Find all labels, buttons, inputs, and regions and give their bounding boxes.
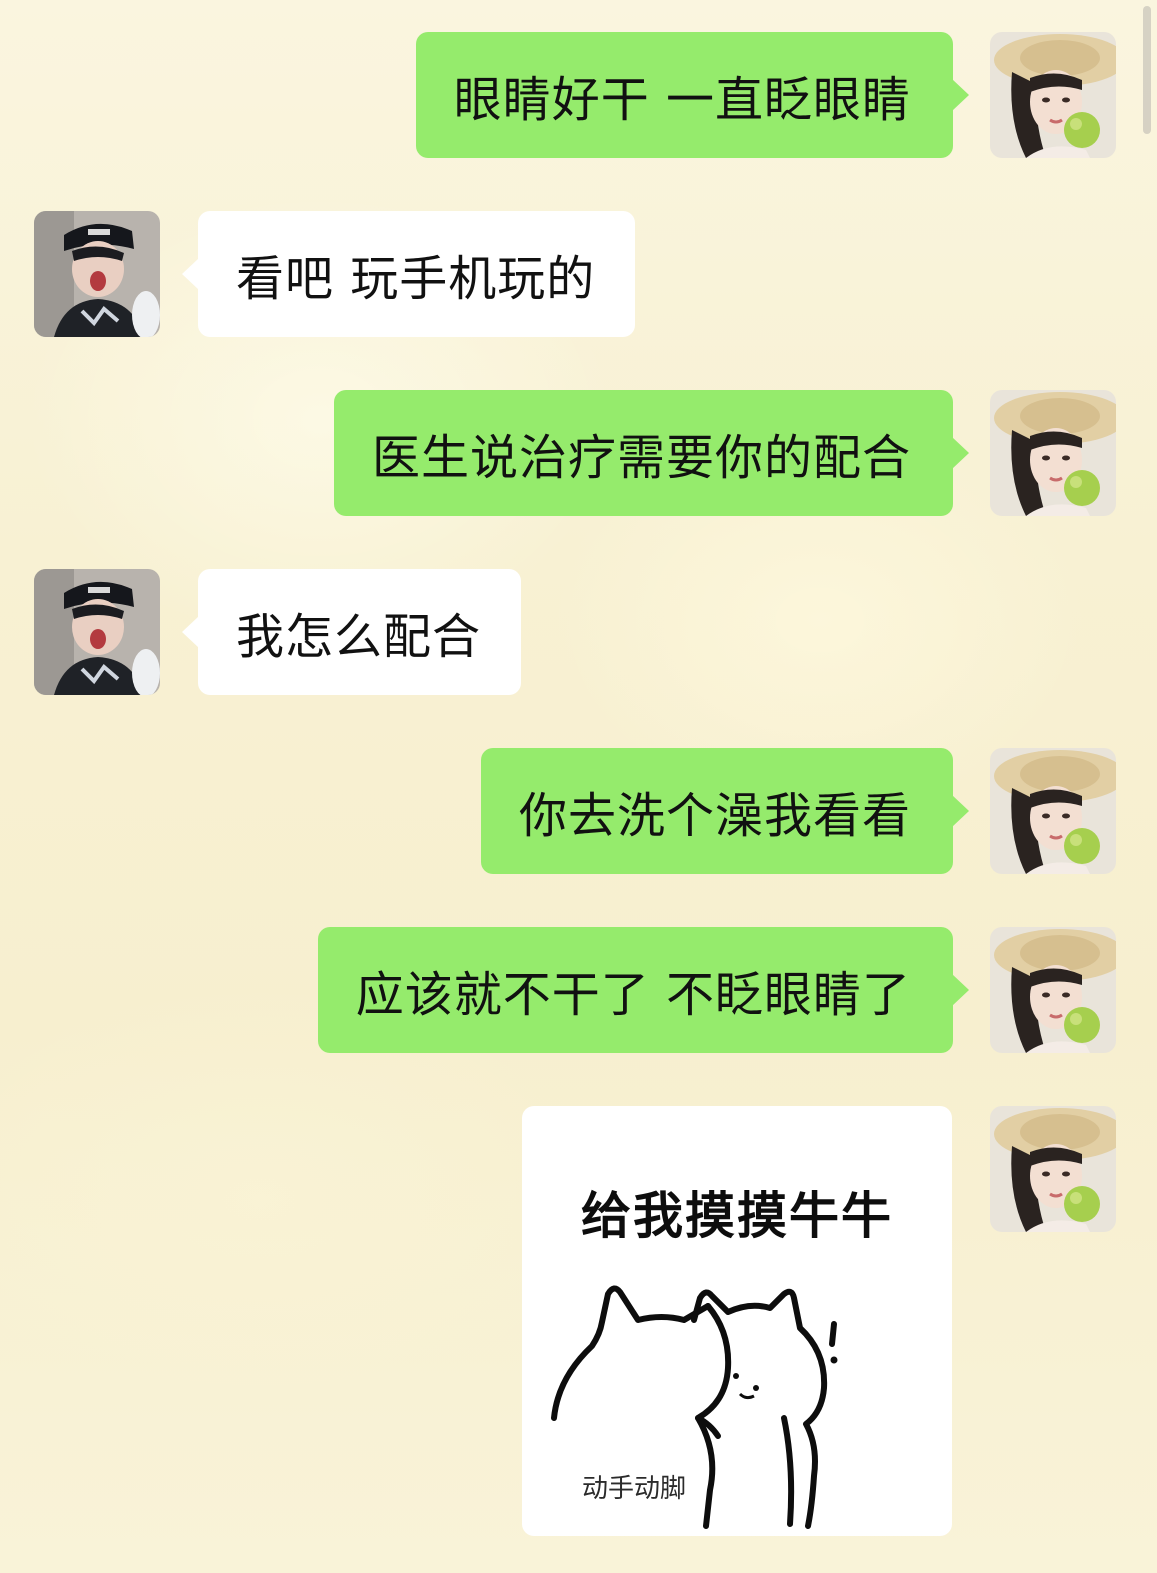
my-avatar[interactable] xyxy=(990,390,1116,516)
my-avatar[interactable] xyxy=(990,1106,1116,1232)
message-text: 眼睛好干 一直眨眼睛 xyxy=(453,72,911,128)
message-bubble-received[interactable]: 看吧 玩手机玩的 xyxy=(181,211,636,337)
message-bubble-sent[interactable]: 你去洗个澡我看看 xyxy=(480,748,970,874)
my-avatar[interactable] xyxy=(990,748,1116,874)
message-text: 医生说治疗需要你的配合 xyxy=(371,430,911,486)
my-avatar[interactable] xyxy=(990,927,1116,1053)
contact-avatar[interactable] xyxy=(34,569,160,695)
message-bubble-sent[interactable]: 医生说治疗需要你的配合 xyxy=(333,390,970,516)
scrollbar[interactable] xyxy=(1143,6,1151,134)
message-text: 我怎么配合 xyxy=(236,609,482,665)
message-bubble-sent[interactable]: 眼睛好干 一直眨眼睛 xyxy=(415,32,970,158)
message-bubble-sent[interactable]: 应该就不干了 不眨眼睛了 xyxy=(317,927,970,1053)
message-bubble-received[interactable]: 我怎么配合 xyxy=(181,569,522,695)
message-text: 应该就不干了 不眨眼睛了 xyxy=(355,967,911,1023)
message-text: 你去洗个澡我看看 xyxy=(518,788,911,844)
sticker-caption: 动手动脚 xyxy=(582,1474,687,1504)
message-text: 看吧 玩手机玩的 xyxy=(236,251,596,307)
contact-avatar[interactable] xyxy=(34,211,160,337)
sticker-message[interactable]: 给我摸摸牛牛 动手动脚 xyxy=(522,1106,952,1536)
my-avatar[interactable] xyxy=(990,32,1116,158)
